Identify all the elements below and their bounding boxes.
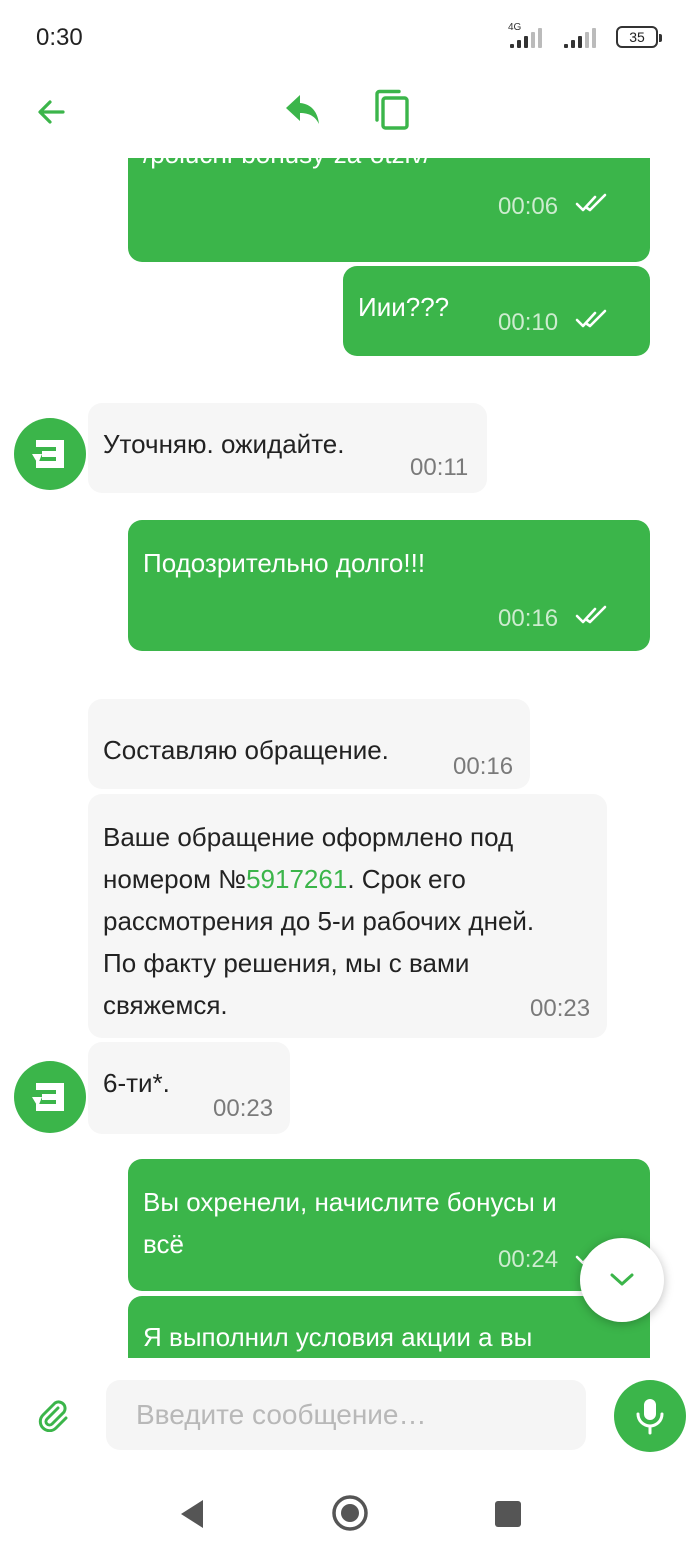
message-incoming[interactable]: Ваше обращение оформлено под номером №59… (88, 794, 607, 1038)
status-indicators: 4G 35 (508, 22, 662, 50)
nav-back-button[interactable] (170, 1492, 214, 1536)
message-line: свяжемся. (103, 990, 228, 1020)
message-text: /poluchi-bonusy-za-otziv/ (143, 158, 431, 175)
nav-recents-button[interactable] (486, 1492, 530, 1536)
support-logo-icon (32, 1083, 64, 1111)
triangle-back-icon (181, 1500, 203, 1528)
message-line: рассмотрения до 5-и рабочих дней. (103, 906, 535, 936)
voice-record-button[interactable] (614, 1380, 686, 1452)
message-line: номером №5917261. Срок его (103, 864, 466, 894)
ticket-number-link[interactable]: 5917261 (246, 864, 347, 894)
message-text: Вы охренели, начислите бонусы и всё (143, 1181, 557, 1265)
message-text: 6-ти*. (103, 1068, 170, 1098)
message-time: 00:06 (498, 193, 559, 220)
square-recents-icon (495, 1501, 521, 1527)
network-type: 4G (508, 22, 522, 33)
message-text: Ваше обращение оформлено под номером №59… (103, 816, 534, 1026)
message-time: 00:23 (213, 1095, 274, 1122)
system-navigation-bar (0, 1470, 700, 1556)
copy-icon (375, 89, 409, 130)
message-text: Я выполнил условия акции а вы (143, 1322, 533, 1352)
chat-messages[interactable]: /poluchi-bonusy-za-otziv/ 00:06 Иии??? 0… (0, 158, 700, 1358)
back-button[interactable] (28, 89, 74, 135)
message-text: Подозрительно долго!!! (143, 548, 426, 578)
message-line: всё (143, 1229, 184, 1259)
reply-icon (286, 95, 319, 124)
message-outgoing[interactable]: Я выполнил условия акции а вы (128, 1296, 650, 1358)
battery-icon: 35 (616, 26, 662, 48)
message-composer (0, 1360, 700, 1470)
message-time: 00:16 (498, 605, 559, 632)
message-time: 00:23 (530, 995, 591, 1022)
message-outgoing[interactable]: Вы охренели, начислите бонусы и всё 00:2… (128, 1159, 650, 1291)
message-line: Ваше обращение оформлено под (103, 822, 514, 852)
support-logo-icon (32, 440, 64, 468)
message-line: По факту решения, мы с вами (103, 948, 470, 978)
signal-4g-icon: 4G (508, 22, 552, 48)
message-incoming[interactable]: Уточняю. ожидайте. 00:11 (88, 403, 487, 493)
nav-home-button[interactable] (327, 1490, 373, 1536)
message-text: Иии??? (358, 292, 450, 322)
message-time: 00:11 (410, 454, 469, 481)
status-time: 0:30 (36, 24, 83, 51)
support-avatar[interactable] (14, 1061, 86, 1133)
copy-button[interactable] (368, 85, 416, 135)
double-check-icon (575, 605, 607, 624)
message-incoming[interactable]: 6-ти*. 00:23 (88, 1042, 290, 1134)
message-text: Уточняю. ожидайте. (103, 429, 345, 459)
message-outgoing[interactable]: Иии??? 00:10 (343, 266, 650, 356)
double-check-icon (575, 193, 607, 212)
message-time: 00:10 (498, 309, 559, 336)
message-incoming[interactable]: Составляю обращение. 00:16 (88, 699, 530, 789)
signal-icon (562, 26, 606, 48)
message-input[interactable] (106, 1380, 586, 1450)
message-outgoing[interactable]: /poluchi-bonusy-za-otziv/ 00:06 (128, 158, 650, 262)
attach-button[interactable] (30, 1392, 76, 1438)
chevron-down-icon (610, 1273, 634, 1286)
circle-home-icon (332, 1495, 368, 1531)
arrow-left-icon (38, 100, 65, 124)
status-bar: 0:30 4G 35 (0, 0, 700, 75)
message-line: Вы охренели, начислите бонусы и (143, 1187, 557, 1217)
message-time: 00:16 (453, 753, 514, 780)
message-text: Составляю обращение. (103, 735, 389, 765)
double-check-icon (575, 309, 607, 328)
action-bar (0, 75, 700, 155)
reply-button[interactable] (280, 87, 326, 133)
scroll-to-bottom-button[interactable] (580, 1238, 664, 1322)
battery-level: 35 (629, 29, 645, 45)
microphone-icon (636, 1399, 664, 1435)
paperclip-icon (38, 1400, 68, 1432)
message-time: 00:24 (498, 1246, 559, 1273)
message-outgoing[interactable]: Подозрительно долго!!! 00:16 (128, 520, 650, 651)
support-avatar[interactable] (14, 418, 86, 490)
